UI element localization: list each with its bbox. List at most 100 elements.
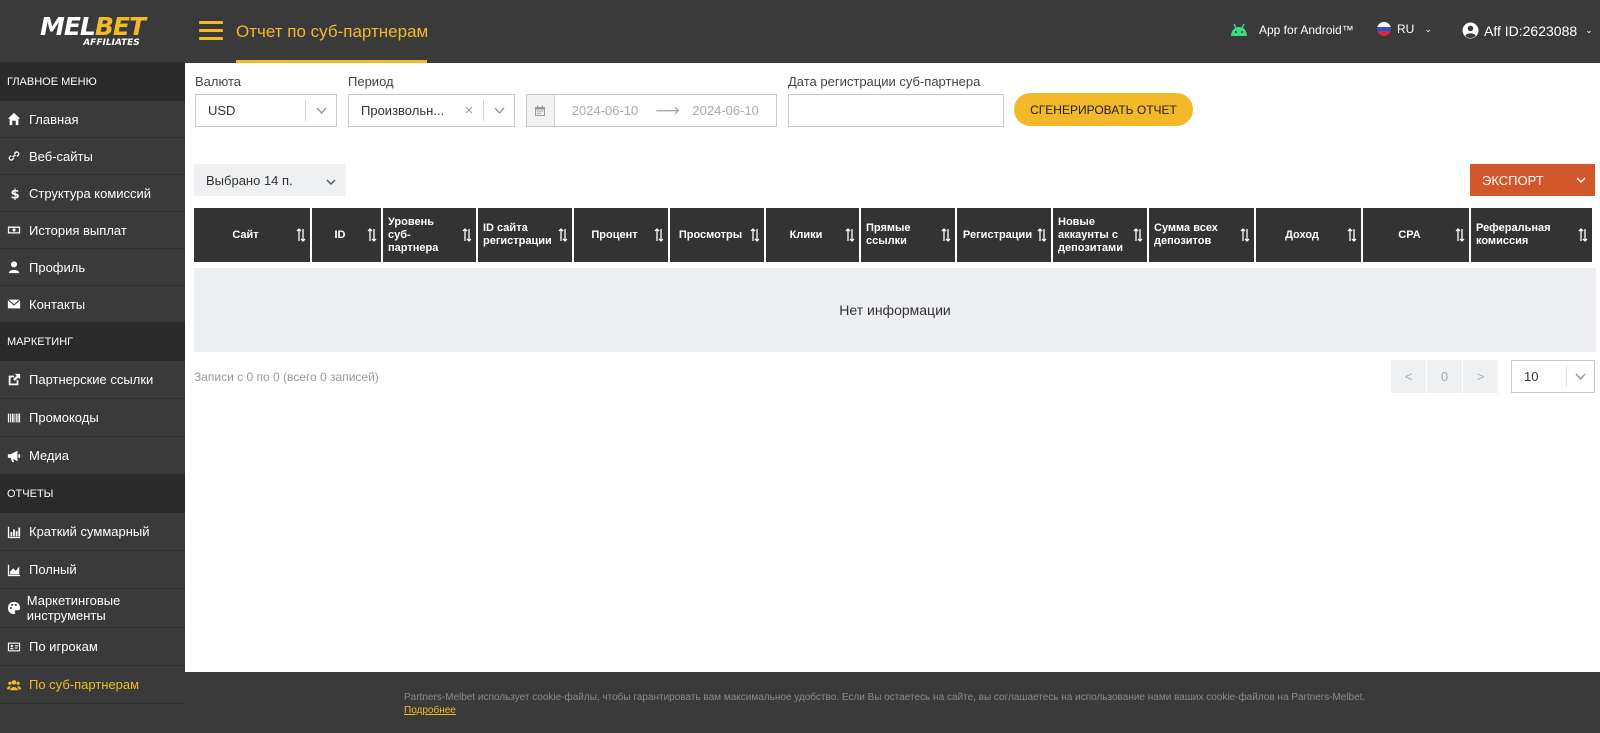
column-header-cpa[interactable]: CPA bbox=[1363, 208, 1469, 262]
megaphone-icon bbox=[7, 449, 29, 463]
sidebar-item-by-players[interactable]: По игрокам bbox=[0, 628, 185, 666]
columns-select[interactable]: Выбрано 14 п. bbox=[194, 164, 346, 196]
column-header-registrations[interactable]: Регистрации bbox=[957, 208, 1051, 262]
cookie-text: Partners-Melbet использует cookie-файлы,… bbox=[404, 692, 1366, 703]
sort-icon[interactable] bbox=[462, 228, 472, 242]
sidebar-item-label: Маркетинговые инструменты bbox=[26, 593, 121, 623]
sidebar-item-commission-structure[interactable]: $ Структура комиссий bbox=[0, 175, 185, 212]
sidebar-item-media[interactable]: Медиа bbox=[0, 437, 185, 475]
external-link-icon bbox=[7, 373, 29, 387]
sidebar-item-payout-history[interactable]: История выплат bbox=[0, 212, 185, 249]
sort-icon[interactable] bbox=[941, 228, 951, 242]
column-header-percent[interactable]: Процент bbox=[574, 208, 668, 262]
page-title-underline bbox=[236, 60, 427, 63]
page-size-select[interactable]: 10 bbox=[1511, 360, 1595, 393]
chevron-down-icon bbox=[1567, 177, 1595, 183]
affiliate-id: Aff ID:2623088 bbox=[1484, 22, 1578, 39]
section-main-menu: Главное меню bbox=[0, 63, 185, 101]
sidebar-item-websites[interactable]: Веб-сайты bbox=[0, 138, 185, 175]
column-header-label: Реферальная комиссия bbox=[1476, 222, 1551, 247]
current-page[interactable]: 0 bbox=[1427, 360, 1462, 393]
sidebar-item-marketing-tools[interactable]: Маркетинговые инструменты bbox=[0, 589, 185, 628]
sort-icon[interactable] bbox=[1578, 228, 1588, 242]
sidebar-item-contacts[interactable]: Контакты bbox=[0, 286, 185, 323]
hamburger-menu-icon[interactable] bbox=[199, 21, 223, 41]
prev-page-button[interactable]: < bbox=[1391, 360, 1426, 393]
sidebar-item-profile[interactable]: Профиль bbox=[0, 249, 185, 286]
sort-icon[interactable] bbox=[1455, 228, 1465, 242]
chevron-down-icon: ⌄ bbox=[1585, 25, 1593, 35]
sidebar-item-label: Профиль bbox=[29, 259, 86, 275]
chevron-down-icon bbox=[1566, 366, 1594, 387]
date-range-picker[interactable]: 2024-06-10 ⟶ 2024-06-10 bbox=[526, 94, 777, 127]
column-header-id[interactable]: ID bbox=[312, 208, 381, 262]
column-header-label: ID bbox=[334, 228, 346, 241]
sidebar-item-label: По игрокам bbox=[29, 639, 98, 654]
generate-report-button[interactable]: СГЕНЕРИРОВАТЬ ОТЧЕТ bbox=[1014, 93, 1193, 126]
column-header-label: ID сайта регистрации bbox=[483, 222, 552, 247]
column-header-label: Регистрации bbox=[962, 228, 1033, 241]
date-to[interactable]: 2024-06-10 bbox=[675, 103, 776, 118]
sort-icon[interactable] bbox=[1133, 228, 1143, 242]
column-header-views[interactable]: Просмотры bbox=[670, 208, 764, 262]
column-header-label: CPA bbox=[1398, 228, 1421, 241]
column-header-label: Новые аккаунты с депозитами bbox=[1058, 215, 1123, 254]
sidebar-item-label: Краткий суммарный bbox=[29, 524, 150, 539]
next-page-button[interactable]: > bbox=[1463, 360, 1498, 393]
sort-icon[interactable] bbox=[367, 228, 377, 242]
columns-select-label: Выбрано 14 п. bbox=[206, 172, 293, 188]
column-header-referral-commission[interactable]: Реферальная комиссия bbox=[1471, 208, 1592, 262]
column-header-total-deposits[interactable]: Сумма всех депозитов bbox=[1149, 208, 1254, 262]
logo[interactable]: MELBET AFFILIATES bbox=[0, 0, 185, 63]
android-app-link[interactable]: App for Android™ bbox=[1229, 23, 1354, 37]
column-header-label: Сумма всех депозитов bbox=[1154, 222, 1218, 247]
account-menu[interactable]: Aff ID:2623088 ⌄ bbox=[1462, 22, 1593, 39]
link-icon bbox=[7, 149, 29, 163]
column-header-direct-links[interactable]: Прямые ссылки bbox=[861, 208, 955, 262]
cookie-more-link[interactable]: Подробнее bbox=[404, 705, 456, 716]
sort-icon[interactable] bbox=[1037, 228, 1047, 242]
period-select[interactable]: Произвольн... × bbox=[348, 94, 515, 127]
sort-icon[interactable] bbox=[1347, 228, 1357, 242]
sidebar-item-promocodes[interactable]: Промокоды bbox=[0, 399, 185, 437]
cookie-banner: Partners-Melbet использует cookie-файлы,… bbox=[185, 672, 1600, 733]
users-icon bbox=[7, 678, 29, 692]
calendar-icon bbox=[527, 95, 555, 126]
chevron-down-icon: ⌄ bbox=[1424, 23, 1432, 34]
sort-icon[interactable] bbox=[750, 228, 760, 242]
top-bar: Отчет по суб-партнерам App for Android™ … bbox=[185, 0, 1600, 63]
envelope-icon bbox=[7, 297, 29, 311]
sort-icon[interactable] bbox=[558, 228, 568, 242]
sidebar-item-home[interactable]: Главная bbox=[0, 101, 185, 138]
logo-subtitle: AFFILIATES bbox=[83, 37, 140, 48]
page-size-value: 10 bbox=[1524, 369, 1539, 384]
russian-flag-icon bbox=[1377, 22, 1391, 36]
column-header-site[interactable]: Сайт bbox=[194, 208, 310, 262]
sort-icon[interactable] bbox=[296, 228, 306, 242]
currency-select[interactable]: USD bbox=[195, 94, 337, 127]
reg-date-input[interactable] bbox=[788, 94, 1004, 127]
sidebar-item-by-sub-partners[interactable]: По суб-партнерам bbox=[0, 666, 185, 704]
chevron-down-icon bbox=[484, 107, 514, 114]
clear-icon[interactable]: × bbox=[455, 102, 483, 119]
language-selector[interactable]: RU ⌄ bbox=[1377, 22, 1432, 36]
chevron-down-icon bbox=[306, 107, 336, 114]
column-header-reg-site-id[interactable]: ID сайта регистрации bbox=[478, 208, 572, 262]
sidebar-item-full-report[interactable]: Полный bbox=[0, 551, 185, 589]
export-button[interactable]: ЭКСПОРТ bbox=[1470, 164, 1595, 196]
table-header: Сайт ID Уровень суб-партнера ID сайта ре… bbox=[194, 208, 1596, 262]
section-reports: Отчеты bbox=[0, 475, 185, 513]
column-header-new-depositing-accounts[interactable]: Новые аккаунты с депозитами bbox=[1053, 208, 1147, 262]
section-marketing: Маркетинг bbox=[0, 323, 185, 361]
column-header-sub-partner-level[interactable]: Уровень суб-партнера bbox=[383, 208, 476, 262]
sidebar-item-summary-report[interactable]: Краткий суммарный bbox=[0, 513, 185, 551]
sidebar-item-partner-links[interactable]: Партнерские ссылки bbox=[0, 361, 185, 399]
money-icon bbox=[7, 223, 29, 237]
sort-icon[interactable] bbox=[654, 228, 664, 242]
date-from[interactable]: 2024-06-10 bbox=[555, 103, 656, 118]
column-header-income[interactable]: Доход bbox=[1256, 208, 1361, 262]
sort-icon[interactable] bbox=[1240, 228, 1250, 242]
id-card-icon bbox=[7, 640, 29, 654]
column-header-clicks[interactable]: Клики bbox=[766, 208, 859, 262]
sort-icon[interactable] bbox=[845, 228, 855, 242]
